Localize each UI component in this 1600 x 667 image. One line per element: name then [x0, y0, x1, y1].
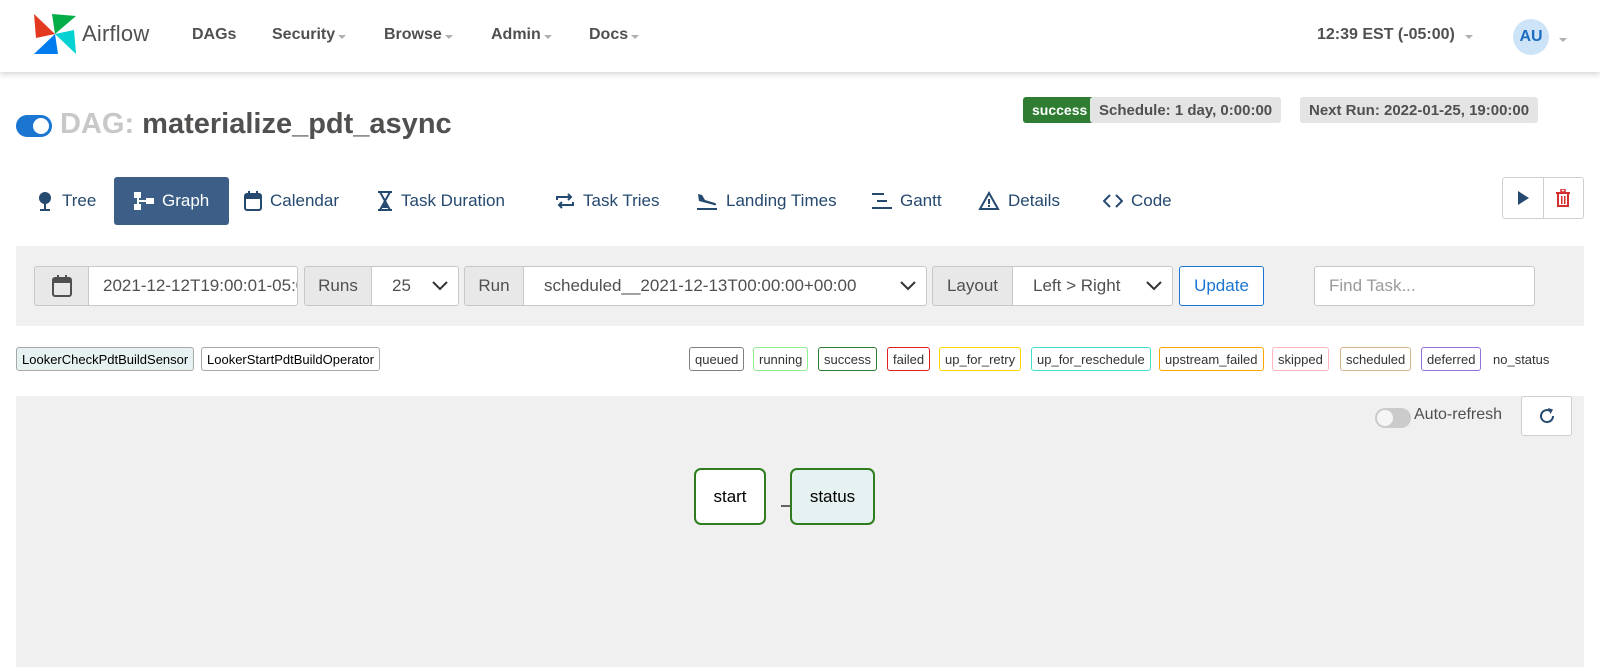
layout-value: Left > Right: [1033, 276, 1121, 295]
run-value: scheduled__2021-12-13T00:00:00+00:00: [544, 276, 857, 295]
chevron-down-icon: [631, 34, 640, 39]
tab-tree[interactable]: Tree: [16, 177, 116, 225]
clock-label: 12:39 EST (-05:00): [1317, 26, 1455, 43]
trigger-dag-button[interactable]: [1503, 178, 1543, 218]
state-chip-scheduled[interactable]: scheduled: [1340, 347, 1412, 371]
delete-dag-button[interactable]: [1542, 178, 1583, 218]
state-chip-success[interactable]: success: [818, 347, 877, 371]
nav-browse[interactable]: Browse: [384, 26, 453, 44]
hourglass-icon: [378, 191, 392, 211]
update-button[interactable]: Update: [1179, 266, 1264, 306]
play-icon: [1517, 191, 1529, 205]
tree-icon: [39, 192, 51, 211]
nav-admin[interactable]: Admin: [491, 26, 552, 44]
find-task-input[interactable]: Find Task...: [1314, 266, 1535, 306]
tab-details[interactable]: Details: [958, 177, 1080, 225]
trash-icon: [1556, 189, 1571, 207]
schedule-badge: Schedule: 1 day, 0:00:00: [1090, 97, 1282, 123]
nav-security-label: Security: [272, 26, 336, 43]
user-avatar[interactable]: AU: [1513, 19, 1549, 55]
nav-docs-label: Docs: [589, 26, 629, 43]
runs-value: 25: [392, 276, 411, 295]
state-chip-no-status[interactable]: no_status: [1493, 347, 1549, 371]
nav-security[interactable]: Security: [272, 26, 347, 44]
runs-label: Runs: [304, 266, 372, 306]
nav-admin-label: Admin: [491, 26, 541, 43]
state-chip-up-for-reschedule[interactable]: up_for_reschedule: [1031, 347, 1151, 371]
tab-tree-label: Tree: [62, 191, 97, 210]
dag-status-badge: success: [1023, 97, 1097, 123]
nav-docs[interactable]: Docs: [589, 26, 640, 44]
layout-select[interactable]: Left > Right: [1012, 266, 1173, 306]
nav-dags-label: DAGs: [192, 26, 237, 43]
calendar-icon: [51, 275, 72, 297]
runs-select[interactable]: 25: [371, 266, 459, 306]
base-date-input[interactable]: 2021-12-12T19:00:01-05:00: [88, 266, 298, 306]
navbar: Airflow DAGs Security Browse Admin Docs …: [0, 0, 1600, 72]
dag-prefix: DAG:: [60, 108, 135, 140]
chevron-down-icon: [1146, 281, 1162, 291]
tab-calendar-label: Calendar: [270, 191, 339, 210]
tab-landing-times[interactable]: Landing Times: [676, 177, 857, 225]
nav-browse-label: Browse: [384, 26, 442, 43]
airflow-logo[interactable]: Airflow: [32, 12, 149, 56]
state-chip-upstream-failed[interactable]: upstream_failed: [1159, 347, 1264, 371]
tab-graph-label: Graph: [162, 191, 210, 210]
task-node-start[interactable]: start: [694, 468, 766, 525]
tab-gantt[interactable]: Gantt: [852, 177, 962, 225]
chevron-down-icon: [900, 281, 916, 291]
gantt-icon: [872, 193, 892, 209]
date-picker-button[interactable]: [34, 266, 89, 306]
layout-label: Layout: [932, 266, 1013, 306]
tab-landing-times-label: Landing Times: [726, 191, 837, 210]
chevron-down-icon[interactable]: [1559, 38, 1567, 42]
nav-dags[interactable]: DAGs: [192, 26, 236, 44]
tab-task-duration-label: Task Duration: [401, 191, 505, 210]
tab-graph[interactable]: Graph: [114, 177, 230, 225]
dag-title: DAG: materialize_pdt_async: [60, 108, 452, 141]
tab-calendar[interactable]: Calendar: [224, 177, 359, 225]
graph-edges: [781, 500, 809, 512]
state-chip-queued[interactable]: queued: [689, 347, 745, 371]
next-run-badge: Next Run: 2022-01-25, 19:00:00: [1300, 97, 1539, 123]
dag-pause-toggle[interactable]: [16, 115, 52, 137]
timezone-dropdown[interactable]: 12:39 EST (-05:00): [1317, 26, 1473, 44]
repeat-icon: [556, 193, 574, 209]
chevron-down-icon: [543, 34, 552, 39]
tab-code-label: Code: [1131, 191, 1172, 210]
toggle-knob: [33, 118, 49, 134]
tab-task-tries[interactable]: Task Tries: [535, 177, 680, 225]
calendar-icon: [244, 191, 262, 211]
tab-details-label: Details: [1008, 191, 1060, 210]
run-select[interactable]: scheduled__2021-12-13T00:00:00+00:00: [523, 266, 927, 306]
operator-chip-start-operator[interactable]: LookerStartPdtBuildOperator: [201, 347, 380, 371]
pinwheel-icon: [34, 14, 76, 54]
graph-canvas[interactable]: Auto-refresh start status: [16, 396, 1584, 667]
chevron-down-icon: [338, 34, 347, 39]
chevron-down-icon: [1464, 34, 1473, 39]
state-chip-deferred[interactable]: deferred: [1421, 347, 1482, 371]
tab-task-duration[interactable]: Task Duration: [357, 177, 525, 225]
state-chip-skipped[interactable]: skipped: [1272, 347, 1329, 371]
plane-landing-icon: [697, 194, 717, 210]
dag-id: materialize_pdt_async: [142, 108, 452, 140]
chevron-down-icon: [432, 281, 448, 291]
filter-bar: 2021-12-12T19:00:01-05:00 Runs 25 Run sc…: [16, 246, 1584, 326]
chevron-down-icon: [444, 34, 453, 39]
operator-chip-sensor[interactable]: LookerCheckPdtBuildSensor: [16, 347, 195, 371]
tab-gantt-label: Gantt: [900, 191, 942, 210]
warning-triangle-icon: [978, 191, 1000, 210]
dag-actions: [1502, 177, 1584, 219]
graph-icon: [134, 192, 154, 210]
tab-code[interactable]: Code: [1083, 177, 1192, 225]
brand-name: Airflow: [82, 21, 150, 46]
code-icon: [1103, 194, 1123, 208]
state-chip-running[interactable]: running: [753, 347, 809, 371]
task-node-status[interactable]: status: [790, 468, 875, 525]
state-chip-failed[interactable]: failed: [887, 347, 931, 371]
state-chip-up-for-retry[interactable]: up_for_retry: [939, 347, 1022, 371]
tab-task-tries-label: Task Tries: [583, 191, 660, 210]
run-label: Run: [464, 266, 524, 306]
